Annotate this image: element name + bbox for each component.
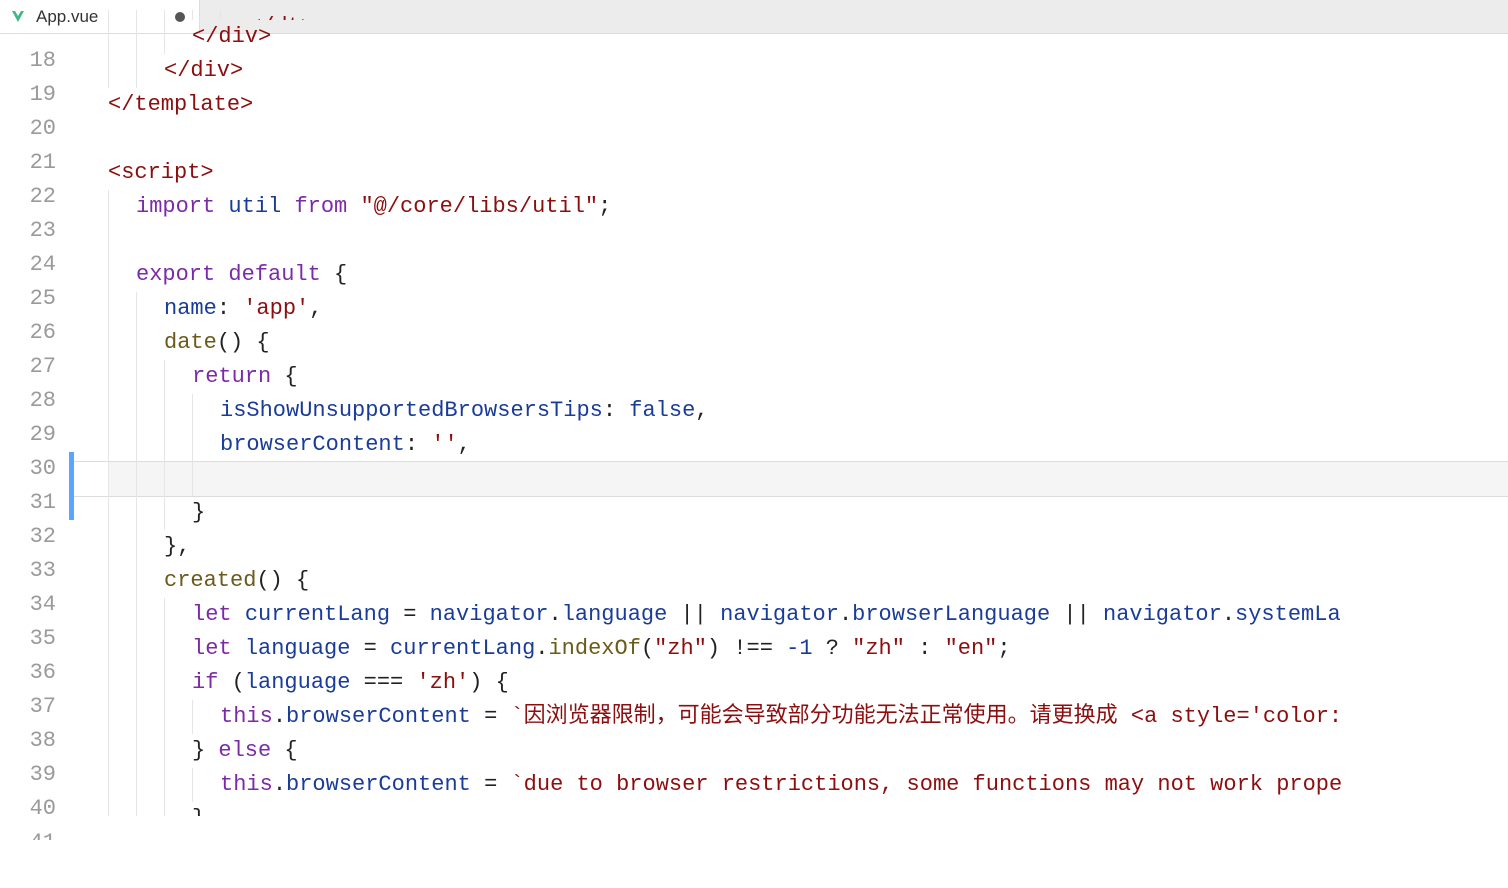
line-number: 29 — [0, 418, 56, 452]
code-line[interactable]: created() { — [108, 564, 1508, 598]
code-line[interactable]: export default { — [108, 258, 1508, 292]
line-number: 41 — [0, 826, 56, 840]
line-number: 35 — [0, 622, 56, 656]
code-text: export default { — [108, 262, 347, 287]
line-number: 39 — [0, 758, 56, 792]
line-number: 20 — [0, 112, 56, 146]
line-number: 25 — [0, 282, 56, 316]
line-number: 24 — [0, 248, 56, 282]
line-number: 33 — [0, 554, 56, 588]
code-text: created() { — [108, 568, 309, 593]
tab-filename: App.vue — [36, 7, 98, 27]
line-number: 38 — [0, 724, 56, 758]
code-text: this.browserContent = `due to browser re… — [108, 772, 1342, 797]
code-text: isShowUnsupportedBrowsersTips: false, — [108, 398, 709, 423]
code-text: let language = currentLang.indexOf("zh")… — [108, 636, 1011, 661]
line-number: 32 — [0, 520, 56, 554]
code-line[interactable]: } — [108, 802, 1508, 816]
code-text: this.browserContent = `因浏览器限制，可能会导致部分功能无… — [108, 704, 1342, 729]
code-line[interactable]: let currentLang = navigator.language || … — [108, 598, 1508, 632]
code-text: </template> — [108, 92, 253, 117]
code-line[interactable] — [108, 122, 1508, 156]
code-line[interactable]: browserContent: '', — [108, 428, 1508, 462]
code-line[interactable]: this.browserContent = `due to browser re… — [108, 768, 1508, 802]
code-line[interactable]: </dt> — [108, 10, 1508, 20]
line-number: 40 — [0, 792, 56, 826]
code-line[interactable] — [108, 462, 1508, 496]
code-line[interactable]: }, — [108, 530, 1508, 564]
line-number: 31 — [0, 486, 56, 520]
code-line[interactable]: </div> — [108, 20, 1508, 54]
code-line[interactable]: </div> — [108, 54, 1508, 88]
line-number: 23 — [0, 214, 56, 248]
code-text: let currentLang = navigator.language || … — [108, 602, 1341, 627]
code-line[interactable]: date() { — [108, 326, 1508, 360]
code-line[interactable]: name: 'app', — [108, 292, 1508, 326]
line-number: 28 — [0, 384, 56, 418]
code-text: if (language === 'zh') { — [108, 670, 509, 695]
code-text — [108, 228, 136, 253]
code-line[interactable]: let language = currentLang.indexOf("zh")… — [108, 632, 1508, 666]
line-number-gutter: 1819202122232425262728293031323334353637… — [0, 34, 74, 888]
code-line[interactable]: this.browserContent = `因浏览器限制，可能会导致部分功能无… — [108, 700, 1508, 734]
code-area[interactable]: </dt></div></div></template><script>impo… — [74, 34, 1508, 888]
line-number: 21 — [0, 146, 56, 180]
line-number: 19 — [0, 78, 56, 112]
line-number: 26 — [0, 316, 56, 350]
code-text: </div> — [108, 24, 271, 49]
code-line[interactable]: if (language === 'zh') { — [108, 666, 1508, 700]
line-number: 36 — [0, 656, 56, 690]
code-text: </div> — [108, 58, 243, 83]
code-text: import util from "@/core/libs/util"; — [108, 194, 611, 219]
code-text: <script> — [108, 160, 214, 185]
code-line[interactable]: </template> — [108, 88, 1508, 122]
code-editor[interactable]: 1819202122232425262728293031323334353637… — [0, 34, 1508, 888]
code-line[interactable]: } else { — [108, 734, 1508, 768]
line-number: 37 — [0, 690, 56, 724]
code-text: }, — [108, 534, 190, 559]
code-line[interactable]: import util from "@/core/libs/util"; — [108, 190, 1508, 224]
line-number — [0, 34, 56, 44]
code-line[interactable]: return { — [108, 360, 1508, 394]
code-line[interactable]: } — [108, 496, 1508, 530]
code-text: } — [108, 806, 205, 816]
code-line[interactable]: <script> — [108, 156, 1508, 190]
code-text: name: 'app', — [108, 296, 322, 321]
code-text: date() { — [108, 330, 270, 355]
line-number: 18 — [0, 44, 56, 78]
line-number: 27 — [0, 350, 56, 384]
line-number: 30 — [0, 452, 56, 486]
code-line[interactable]: isShowUnsupportedBrowsersTips: false, — [108, 394, 1508, 428]
code-line[interactable] — [108, 224, 1508, 258]
code-text: } — [108, 500, 205, 525]
code-text: browserContent: '', — [108, 432, 471, 457]
line-number: 22 — [0, 180, 56, 214]
line-number: 34 — [0, 588, 56, 622]
vue-file-icon — [10, 9, 26, 25]
